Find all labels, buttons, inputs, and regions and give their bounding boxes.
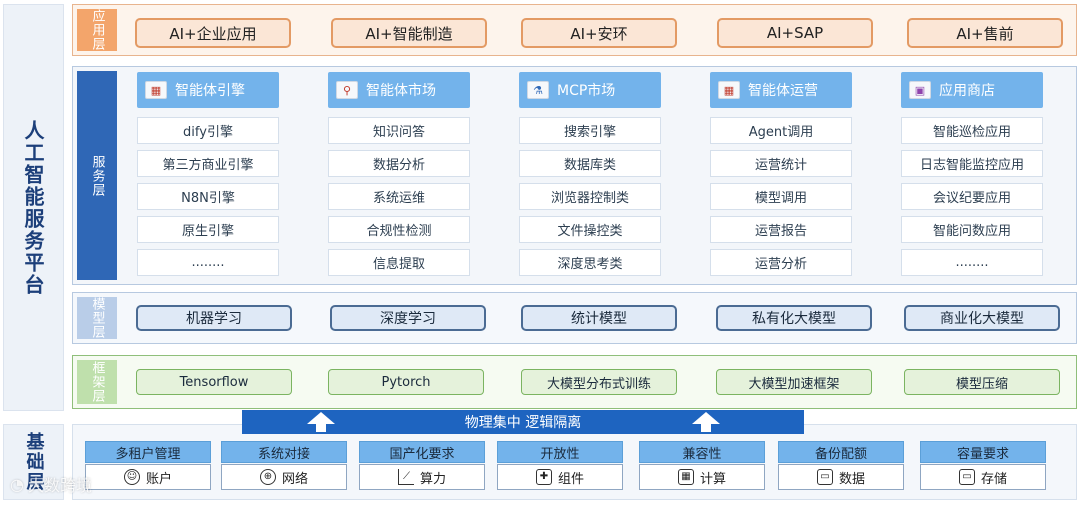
puzzle-icon: ✚ [535, 469, 552, 485]
service-item: 第三方商业引擎 [137, 150, 279, 177]
service-header-agent-engine: ▦ 智能体引擎 [137, 72, 279, 108]
service-item: 原生引擎 [137, 216, 279, 243]
service-item: ........ [137, 249, 279, 276]
arrow-up-icon [692, 412, 720, 424]
arrow-stem [316, 424, 326, 432]
base-item-title: 兼容性 [639, 441, 765, 463]
service-item: 运营统计 [710, 150, 852, 177]
model-item: 深度学习 [330, 305, 486, 331]
framework-item: Pytorch [328, 369, 484, 395]
chart-image-icon: ▦ [145, 81, 167, 99]
grid-icon: ▦ [677, 469, 694, 485]
base-item-title: 容量要求 [920, 441, 1046, 463]
arrow-stem [701, 424, 711, 432]
app-store-icon: ▣ [909, 81, 931, 99]
base-item-title: 国产化要求 [359, 441, 485, 463]
watermark-logo-icon: ◔ [10, 474, 24, 494]
base-item-sub: ▦ 计算 [639, 464, 765, 490]
platform-band: 人工智能服务平台 [3, 4, 64, 411]
framework-item: 大模型分布式训练 [521, 369, 677, 395]
operations-chart-icon: ▦ [718, 81, 740, 99]
base-item-sub: ▭ 存储 [920, 464, 1046, 490]
base-item-title: 多租户管理 [85, 441, 211, 463]
mcp-bottles-icon: ⚗ [527, 81, 549, 99]
line-chart-icon: ⟋ [397, 469, 414, 485]
base-item-sub: ☺ 账户 [85, 464, 211, 490]
service-item: 日志智能监控应用 [901, 150, 1043, 177]
framework-layer-tag: 框架层 [77, 360, 117, 404]
service-header-agent-market: ⚲ 智能体市场 [328, 72, 470, 108]
service-item: 合规性检测 [328, 216, 470, 243]
save-icon: ▭ [816, 469, 833, 485]
app-item: AI+售前 [907, 18, 1063, 48]
service-header-app-store: ▣ 应用商店 [901, 72, 1043, 108]
base-item-title: 备份配额 [778, 441, 904, 463]
service-item: 智能问数应用 [901, 216, 1043, 243]
model-item: 商业化大模型 [904, 305, 1060, 331]
service-item: N8N引擎 [137, 183, 279, 210]
model-layer-tag: 模型层 [77, 297, 117, 339]
application-layer: 应用层 AI+企业应用 AI+智能制造 AI+安环 AI+SAP AI+售前 [72, 4, 1077, 56]
service-item: 模型调用 [710, 183, 852, 210]
service-item: Agent调用 [710, 117, 852, 144]
market-search-icon: ⚲ [336, 81, 358, 99]
base-item-title: 开放性 [497, 441, 623, 463]
app-item: AI+企业应用 [135, 18, 291, 48]
base-item-sub: ▭ 数据 [778, 464, 904, 490]
base-item-sub: ✚ 组件 [497, 464, 623, 490]
base-item-title: 系统对接 [221, 441, 347, 463]
arrow-up-icon [307, 412, 335, 424]
service-item: 搜索引擎 [519, 117, 661, 144]
service-item: 数据分析 [328, 150, 470, 177]
service-item: 数据库类 [519, 150, 661, 177]
watermark: ◔ 大数跨境 [10, 474, 92, 496]
service-item: 信息提取 [328, 249, 470, 276]
service-header-agent-ops: ▦ 智能体运营 [710, 72, 852, 108]
model-item: 机器学习 [136, 305, 292, 331]
application-layer-tag: 应用层 [77, 9, 117, 51]
platform-label: 人工智能服务平台 [21, 119, 45, 296]
save-icon: ▭ [958, 469, 975, 485]
service-item: 运营分析 [710, 249, 852, 276]
service-item: 知识问答 [328, 117, 470, 144]
app-item: AI+安环 [521, 18, 677, 48]
service-header-mcp-market: ⚗ MCP市场 [519, 72, 661, 108]
service-item: 智能巡检应用 [901, 117, 1043, 144]
app-item: AI+SAP [717, 18, 873, 48]
framework-item: 大模型加速框架 [716, 369, 872, 395]
banner-text: 物理集中 逻辑隔离 [464, 415, 582, 431]
globe-icon: ⊕ [259, 469, 276, 485]
service-item: 系统运维 [328, 183, 470, 210]
model-item: 统计模型 [521, 305, 677, 331]
service-layer-tag: 服务层 [77, 71, 117, 280]
service-item: ........ [901, 249, 1043, 276]
framework-item: 模型压缩 [904, 369, 1060, 395]
service-item: 浏览器控制类 [519, 183, 661, 210]
user-icon: ☺ [123, 469, 140, 485]
service-item: dify引擎 [137, 117, 279, 144]
framework-item: Tensorflow [136, 369, 292, 395]
base-item-sub: ⟋ 算力 [359, 464, 485, 490]
app-item: AI+智能制造 [331, 18, 487, 48]
base-item-sub: ⊕ 网络 [221, 464, 347, 490]
service-item: 深度思考类 [519, 249, 661, 276]
service-item: 会议纪要应用 [901, 183, 1043, 210]
service-item: 文件操控类 [519, 216, 661, 243]
model-item: 私有化大模型 [716, 305, 872, 331]
service-item: 运营报告 [710, 216, 852, 243]
